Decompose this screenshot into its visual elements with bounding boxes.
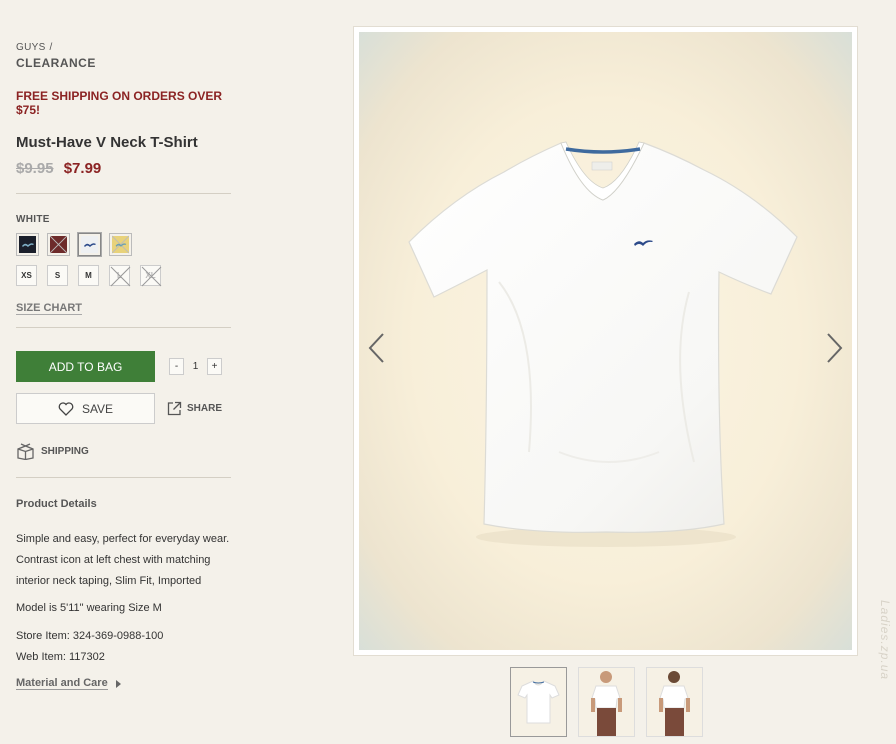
cart-actions: ADD TO BAG - 1 +	[16, 351, 231, 382]
unavailable-cross-icon	[141, 266, 162, 287]
swatch-white[interactable]	[78, 233, 101, 256]
shipping-label: SHIPPING	[41, 446, 89, 457]
quantity-stepper: - 1 +	[169, 358, 222, 375]
swatch-burgundy[interactable]	[47, 233, 70, 256]
size-label: S	[54, 271, 61, 280]
product-description: Simple and easy, perfect for everyday we…	[16, 529, 231, 592]
swatch-yellow[interactable]	[109, 233, 132, 256]
description-line: Simple and easy, perfect for everyday we…	[16, 533, 230, 545]
size-s[interactable]: S	[47, 265, 68, 286]
model-back-thumbnail	[659, 671, 690, 736]
swatch-navy[interactable]	[16, 233, 39, 256]
seagull-icon	[83, 242, 96, 247]
save-label: SAVE	[81, 401, 114, 416]
material-and-care-label: Material and Care	[16, 677, 108, 690]
description-line: interior neck taping, Slim Fit, Imported	[16, 575, 202, 587]
item-numbers: Store Item: 324-369-0988-100 Web Item: 1…	[16, 626, 231, 668]
size-xl-unavailable[interactable]: XL	[140, 265, 162, 287]
quantity-value[interactable]: 1	[188, 361, 203, 372]
material-and-care-link[interactable]: Material and Care	[16, 677, 231, 690]
breadcrumb-link-clearance[interactable]: CLEARANCE	[16, 56, 231, 70]
share-button[interactable]: SHARE	[167, 401, 222, 416]
product-title: Must-Have V Neck T-Shirt	[16, 134, 198, 151]
size-label: M	[85, 271, 92, 280]
model-front-thumbnail	[591, 671, 622, 736]
product-details-heading: Product Details	[16, 498, 97, 510]
size-label: XS	[21, 271, 32, 280]
size-xs[interactable]: XS	[16, 265, 37, 286]
web-item-number: Web Item: 117302	[16, 651, 105, 663]
product-image-viewer	[353, 26, 858, 656]
model-size-info: Model is 5'11" wearing Size M	[16, 602, 162, 614]
price-block: $9.95 $7.99	[16, 160, 231, 177]
original-price: $9.95	[16, 160, 54, 177]
divider	[16, 327, 231, 328]
shipping-info-link[interactable]: SHIPPING	[16, 443, 231, 460]
seagull-icon	[21, 242, 34, 247]
free-shipping-promo: FREE SHIPPING ON ORDERS OVER $75!	[16, 89, 223, 117]
unavailable-cross-icon	[50, 235, 67, 254]
heart-icon	[58, 401, 74, 416]
description-line: Contrast icon at left chest with matchin…	[16, 554, 211, 566]
share-label: SHARE	[187, 403, 223, 414]
save-share-row: SAVE SHARE	[16, 393, 231, 424]
sale-price: $7.99	[63, 160, 102, 177]
divider	[16, 193, 231, 194]
box-icon	[17, 443, 34, 460]
color-swatches	[16, 233, 231, 256]
size-chart-link[interactable]: SIZE CHART	[16, 302, 82, 315]
product-info-panel: GUYS / CLEARANCE FREE SHIPPING ON ORDERS …	[16, 42, 231, 690]
divider	[16, 477, 231, 478]
share-icon	[167, 401, 182, 416]
tshirt-thumbnail	[517, 679, 560, 723]
breadcrumb-link-guys[interactable]: GUYS	[16, 42, 46, 53]
thumbnail-front-flat[interactable]	[510, 667, 567, 737]
watermark: Ladies.zp.ua	[878, 600, 892, 681]
thumbnail-model-back[interactable]	[646, 667, 703, 737]
breadcrumb-separator: /	[49, 42, 53, 53]
selected-color-label: WHITE	[16, 214, 50, 225]
size-l-unavailable[interactable]: L	[109, 265, 131, 287]
unavailable-cross-icon	[110, 266, 131, 287]
triangle-right-icon	[115, 679, 121, 688]
size-selector: XS S M L XL	[16, 265, 231, 287]
size-m[interactable]: M	[78, 265, 99, 286]
add-to-bag-button[interactable]: ADD TO BAG	[16, 351, 155, 382]
main-product-image	[359, 32, 852, 650]
thumbnail-model-front[interactable]	[578, 667, 635, 737]
quantity-increase-button[interactable]: +	[207, 358, 222, 375]
thumbnail-strip	[510, 667, 703, 737]
breadcrumb: GUYS /	[16, 42, 231, 53]
quantity-decrease-button[interactable]: -	[169, 358, 184, 375]
save-button[interactable]: SAVE	[16, 393, 155, 424]
store-item-number: Store Item: 324-369-0988-100	[16, 630, 164, 642]
tshirt-illustration	[408, 141, 798, 547]
unavailable-cross-icon	[112, 235, 129, 254]
